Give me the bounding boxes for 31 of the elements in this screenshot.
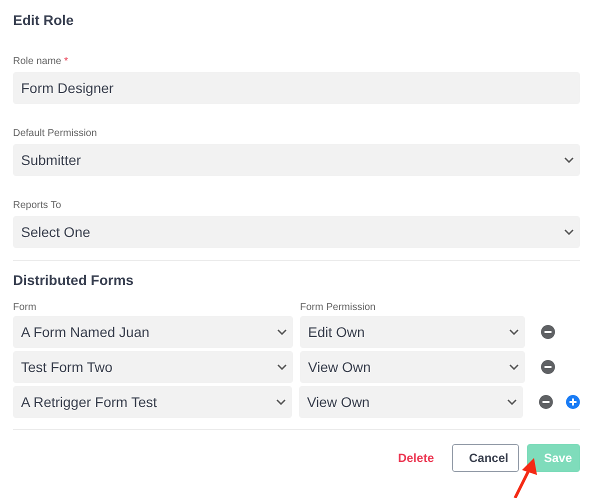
text-input[interactable]: Form Designer (13, 72, 580, 104)
cancel-button[interactable]: Cancel (452, 444, 519, 472)
remove-icon[interactable] (541, 325, 555, 339)
chevron-down-icon (277, 329, 287, 335)
column-label: Form Permission (300, 301, 377, 315)
field-label: Reports To (13, 199, 62, 213)
add-icon[interactable] (566, 395, 580, 409)
dropdown[interactable]: View Own (298, 386, 524, 418)
chevron-down-icon (509, 364, 519, 370)
section-title: Distributed Forms (13, 271, 135, 290)
required-mark: * (64, 56, 68, 67)
dropdown[interactable]: A Retrigger Form Test (13, 386, 292, 418)
dropdown[interactable]: View Own (300, 351, 525, 383)
dropdown[interactable]: Edit Own (300, 316, 525, 348)
field-label: Default Permission (13, 127, 97, 141)
dropdown[interactable]: Submitter (13, 144, 580, 176)
section-title: Edit Role (13, 11, 75, 30)
delete-button[interactable]: Delete (388, 444, 444, 472)
chevron-down-icon (564, 229, 574, 235)
dropdown[interactable]: Test Form Two (13, 351, 293, 383)
chevron-down-icon (277, 364, 287, 370)
chevron-down-icon (276, 399, 286, 405)
chevron-down-icon (564, 157, 574, 163)
column-label: Form (13, 301, 38, 315)
remove-icon[interactable] (539, 395, 554, 409)
chevron-down-icon (509, 329, 519, 335)
chevron-down-icon (507, 399, 518, 405)
dropdown[interactable]: Select One (13, 216, 580, 248)
remove-icon[interactable] (541, 360, 555, 374)
dropdown[interactable]: A Form Named Juan (13, 316, 293, 348)
field-label: Role name * (13, 55, 68, 69)
